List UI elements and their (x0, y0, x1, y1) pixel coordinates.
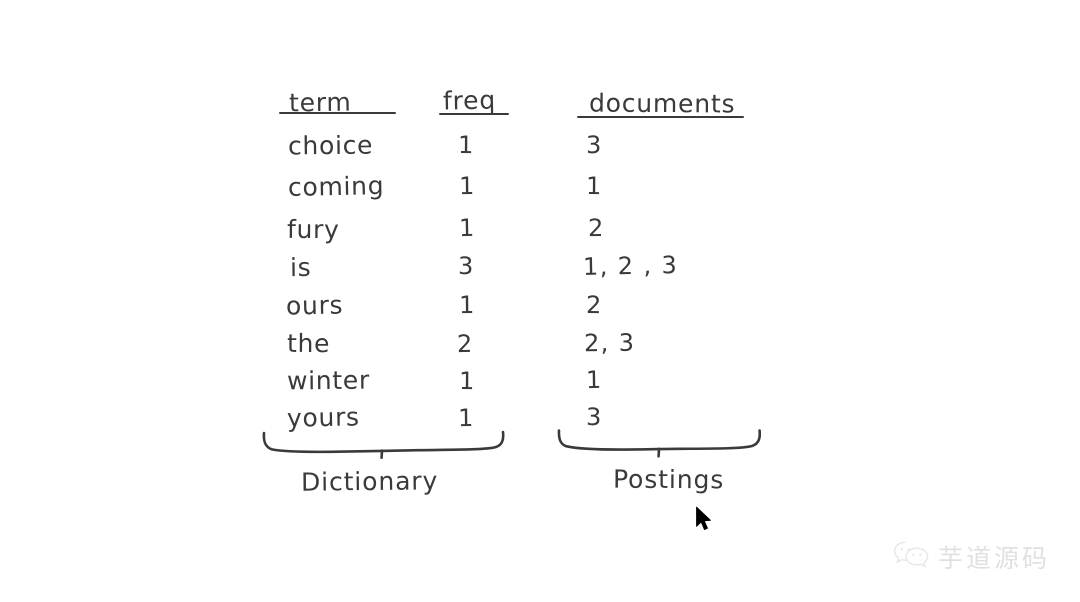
table-row-freq: 3 (457, 251, 475, 281)
watermark: 芋道源码 (893, 534, 1073, 580)
whiteboard-canvas: term freq documents choice 1 3 coming 1 … (0, 0, 1080, 602)
watermark-text: 芋道源码 (938, 544, 1051, 573)
table-row-term: is (289, 252, 312, 283)
table-row-documents: 2 (587, 213, 605, 243)
table-row-term: fury (286, 214, 340, 245)
table-row-freq: 1 (457, 403, 475, 433)
table-row-freq: 1 (458, 366, 476, 396)
postings-brace (557, 429, 762, 458)
table-row-freq: 1 (458, 290, 476, 320)
mouse-pointer-icon (694, 505, 714, 533)
table-row-term: coming (287, 171, 385, 202)
table-row-documents: 2, 3 (583, 328, 636, 358)
brace-label-dictionary: Dictionary (300, 466, 439, 497)
column-header-documents-underline (577, 116, 744, 118)
table-row-documents: 2 (585, 290, 603, 320)
brace-label-postings: Postings (612, 464, 725, 495)
dictionary-brace (262, 430, 505, 460)
column-header-freq: freq (442, 85, 497, 116)
column-header-freq-underline (439, 113, 509, 115)
table-row-freq: 2 (456, 329, 474, 359)
table-row-freq: 1 (458, 171, 476, 201)
table-row-documents: 1 (585, 171, 603, 201)
brace-overlay (262, 429, 762, 460)
table-row-freq: 1 (457, 130, 475, 160)
wechat-icon (893, 540, 929, 574)
table-row-term: yours (286, 402, 361, 433)
table-row-term: ours (285, 290, 344, 321)
table-row-term: choice (287, 130, 374, 161)
column-header-term-underline (279, 112, 396, 114)
table-row-documents: 3 (585, 130, 603, 160)
column-header-documents: documents (588, 88, 736, 119)
table-row-documents: 1 (585, 365, 603, 395)
table-row-documents: 3 (585, 402, 603, 432)
table-row-documents: 1, 2 , 3 (582, 251, 679, 281)
table-row-term: winter (286, 365, 371, 396)
table-row-term: the (286, 328, 331, 359)
table-row-freq: 1 (458, 213, 476, 243)
